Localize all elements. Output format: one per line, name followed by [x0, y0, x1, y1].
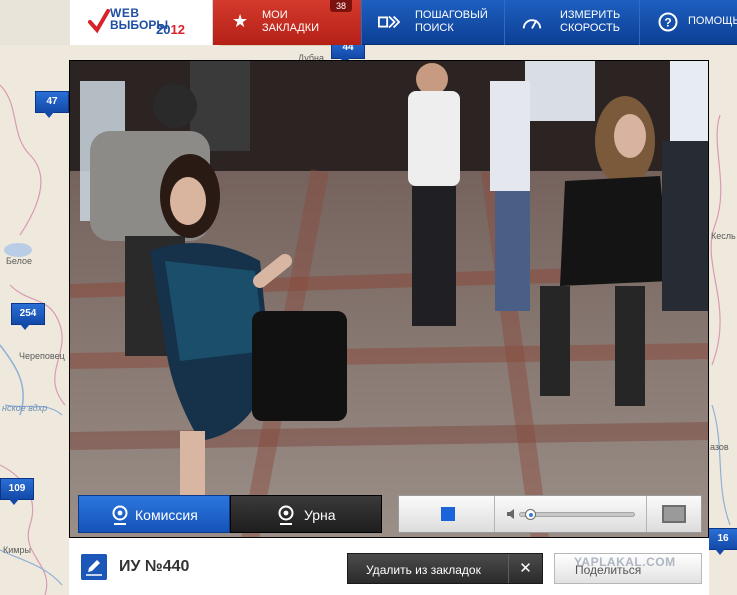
- tab-urn-label: Урна: [304, 507, 336, 523]
- map-reservoir-label: нское вдхр: [2, 403, 48, 413]
- map-edge: [0, 0, 70, 45]
- map-pin[interactable]: 16: [706, 528, 737, 555]
- speaker-icon: [507, 509, 514, 519]
- volume-control: [495, 496, 647, 532]
- nav-bookmarks-line1: МОИ: [262, 9, 288, 21]
- volume-slider[interactable]: [519, 509, 635, 520]
- map-place-label: Кимры: [3, 545, 31, 555]
- tab-commission-label: Комиссия: [135, 507, 198, 523]
- stop-button[interactable]: [399, 496, 495, 532]
- nav-help-label: ПОМОЩЬ: [688, 15, 737, 27]
- map-pin[interactable]: 47: [35, 91, 69, 118]
- remove-bookmark-button[interactable]: Удалить из закладок ✕: [347, 553, 543, 584]
- star-icon: ★: [232, 11, 249, 31]
- nav-step-search[interactable]: ПОШАГОВЫЙ ПОИСК: [361, 0, 504, 45]
- camera-icon: [278, 505, 294, 525]
- camera-icon: [112, 505, 128, 525]
- checkmark-logo-icon: [88, 9, 110, 34]
- site-watermark: YAPLAKAL.COM: [574, 555, 676, 569]
- tab-urn-camera[interactable]: Урна: [230, 495, 382, 533]
- tab-commission-camera[interactable]: Комиссия: [78, 495, 230, 533]
- nav-speed-line2: СКОРОСТЬ: [560, 22, 620, 34]
- nav-step-search-line2: ПОИСК: [415, 22, 454, 34]
- map-place-label: Череповец: [19, 351, 65, 361]
- logo-year: 2012: [156, 22, 185, 37]
- nav-help[interactable]: ? ПОМОЩЬ: [639, 0, 737, 45]
- nav-speed-line1: ИЗМЕРИТЬ: [560, 9, 621, 21]
- remove-bookmark-label: Удалить из закладок: [366, 563, 481, 577]
- polling-station-title: ИУ №440: [119, 558, 190, 575]
- stop-icon: [441, 507, 455, 521]
- nav-bookmarks-line2: ЗАКЛАДКИ: [262, 22, 320, 34]
- map-place-label: азов: [710, 442, 729, 452]
- playback-controls: [398, 495, 702, 533]
- map-pin[interactable]: 109: [0, 478, 34, 505]
- map-pin[interactable]: 44: [331, 45, 365, 64]
- top-navigation: WEB ВЫБОРЫ 2012 ★ МОИ ЗАКЛАДКИ 38 ПОШАГО…: [0, 0, 737, 45]
- map-pin[interactable]: 254: [11, 303, 45, 330]
- volume-slider-handle[interactable]: [525, 509, 536, 520]
- speedometer-icon: [522, 19, 542, 29]
- map-place-label: Кесль: [711, 231, 736, 241]
- video-player[interactable]: Комиссия Урна: [69, 60, 709, 538]
- close-icon[interactable]: ✕: [508, 554, 542, 583]
- help-icon: ?: [658, 12, 678, 32]
- step-arrows-icon: [378, 15, 400, 29]
- video-controls: Комиссия Урна: [78, 495, 702, 533]
- logo-year-part-b: 12: [170, 22, 185, 37]
- logo-year-part-a: 20: [156, 22, 171, 37]
- web-vybory-logo[interactable]: WEB ВЫБОРЫ 2012: [70, 0, 213, 45]
- pencil-icon: [81, 554, 107, 580]
- fullscreen-icon: [662, 505, 686, 523]
- camera-frame: [70, 61, 708, 537]
- nav-measure-speed[interactable]: ИЗМЕРИТЬ СКОРОСТЬ: [504, 0, 639, 45]
- map-place-label: Белое: [6, 256, 32, 266]
- fullscreen-button[interactable]: [647, 496, 701, 532]
- svg-text:?: ?: [664, 16, 671, 30]
- nav-step-search-line1: ПОШАГОВЫЙ: [415, 9, 488, 21]
- bookmarks-count-badge: 38: [330, 0, 352, 12]
